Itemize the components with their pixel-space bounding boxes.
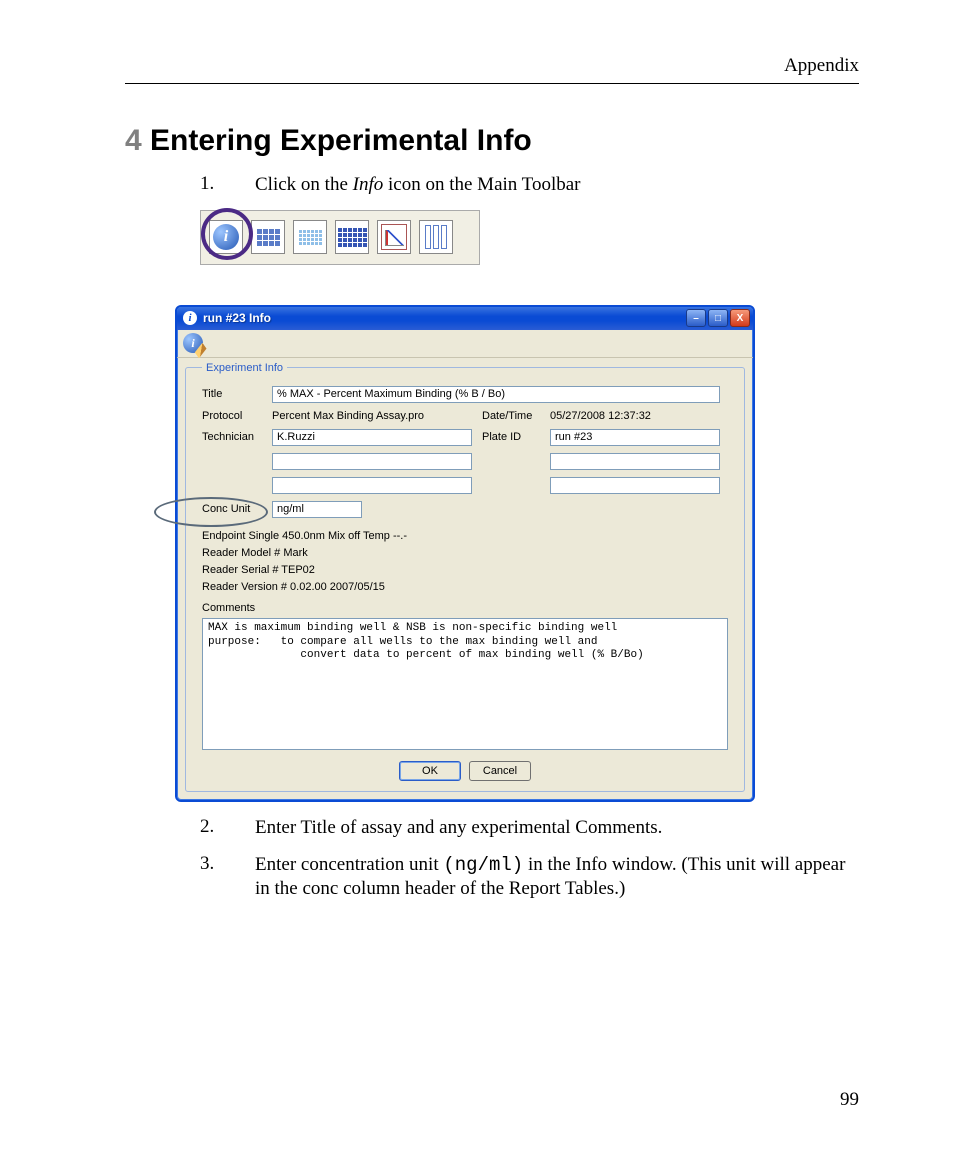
step-number: 3. — [200, 853, 255, 902]
titlebar-info-icon: i — [183, 311, 197, 325]
step-number: 1. — [200, 173, 255, 198]
window-title: run #23 Info — [203, 311, 271, 325]
label-datetime: Date/Time — [482, 410, 540, 422]
label-plate-id: Plate ID — [482, 431, 540, 443]
chart-icon[interactable] — [377, 220, 411, 254]
main-toolbar-figure: i — [200, 210, 480, 265]
step-2: 2. Enter Title of assay and any experime… — [200, 816, 859, 841]
status-lines: Endpoint Single 450.0nm Mix off Temp --.… — [202, 528, 728, 596]
label-comments: Comments — [202, 602, 728, 614]
close-button[interactable]: X — [730, 309, 750, 327]
columns-icon[interactable] — [419, 220, 453, 254]
grid-light-icon[interactable] — [293, 220, 327, 254]
info-dialog: i run #23 Info – □ X i Experiment Info T… — [175, 305, 755, 802]
extra-left-1-input[interactable] — [272, 453, 472, 470]
step-3: 3. Enter concentration unit (ng/ml) in t… — [200, 853, 859, 902]
value-datetime: 05/27/2008 12:37:32 — [550, 410, 720, 422]
maximize-button[interactable]: □ — [708, 309, 728, 327]
status-line-3: Reader Serial # TEP02 — [202, 562, 728, 579]
status-line-4: Reader Version # 0.02.00 2007/05/15 — [202, 579, 728, 596]
step-text: Enter Title of assay and any experimenta… — [255, 816, 859, 841]
value-protocol: Percent Max Binding Assay.pro — [272, 410, 472, 422]
header-section: Appendix — [784, 55, 859, 76]
label-conc-unit: Conc Unit — [202, 503, 262, 515]
grid-basic-icon[interactable] — [251, 220, 285, 254]
minimize-button[interactable]: – — [686, 309, 706, 327]
plate-id-input[interactable] — [550, 429, 720, 446]
page-number: 99 — [840, 1089, 859, 1111]
step-number: 2. — [200, 816, 255, 841]
extra-right-2-input[interactable] — [550, 477, 720, 494]
title-input[interactable] — [272, 386, 720, 403]
section-title: 4 Entering Experimental Info — [125, 124, 859, 158]
technician-input[interactable] — [272, 429, 472, 446]
edit-info-icon[interactable]: i — [183, 333, 203, 353]
status-line-1: Endpoint Single 450.0nm Mix off Temp --.… — [202, 528, 728, 545]
label-title: Title — [202, 388, 262, 400]
group-legend: Experiment Info — [202, 362, 287, 374]
cancel-button[interactable]: Cancel — [469, 761, 531, 781]
conc-unit-input[interactable] — [272, 501, 362, 518]
extra-left-2-input[interactable] — [272, 477, 472, 494]
step-text: Click on the Info icon on the Main Toolb… — [255, 173, 859, 198]
label-technician: Technician — [202, 431, 262, 443]
label-protocol: Protocol — [202, 410, 262, 422]
grid-dense-icon[interactable] — [335, 220, 369, 254]
ok-button[interactable]: OK — [399, 761, 461, 781]
highlight-ring — [201, 208, 253, 260]
step-1: 1. Click on the Info icon on the Main To… — [200, 173, 859, 198]
section-heading: Entering Experimental Info — [150, 124, 532, 157]
experiment-info-group: Experiment Info Title Protocol Percent M… — [185, 362, 745, 792]
dialog-toolbar: i — [177, 330, 753, 358]
comments-textarea[interactable] — [202, 618, 728, 750]
section-number: 4 — [125, 124, 142, 157]
extra-right-1-input[interactable] — [550, 453, 720, 470]
titlebar[interactable]: i run #23 Info – □ X — [177, 307, 753, 330]
step-text: Enter concentration unit (ng/ml) in the … — [255, 853, 859, 902]
page-header: Appendix — [125, 55, 859, 84]
status-line-2: Reader Model # Mark — [202, 545, 728, 562]
